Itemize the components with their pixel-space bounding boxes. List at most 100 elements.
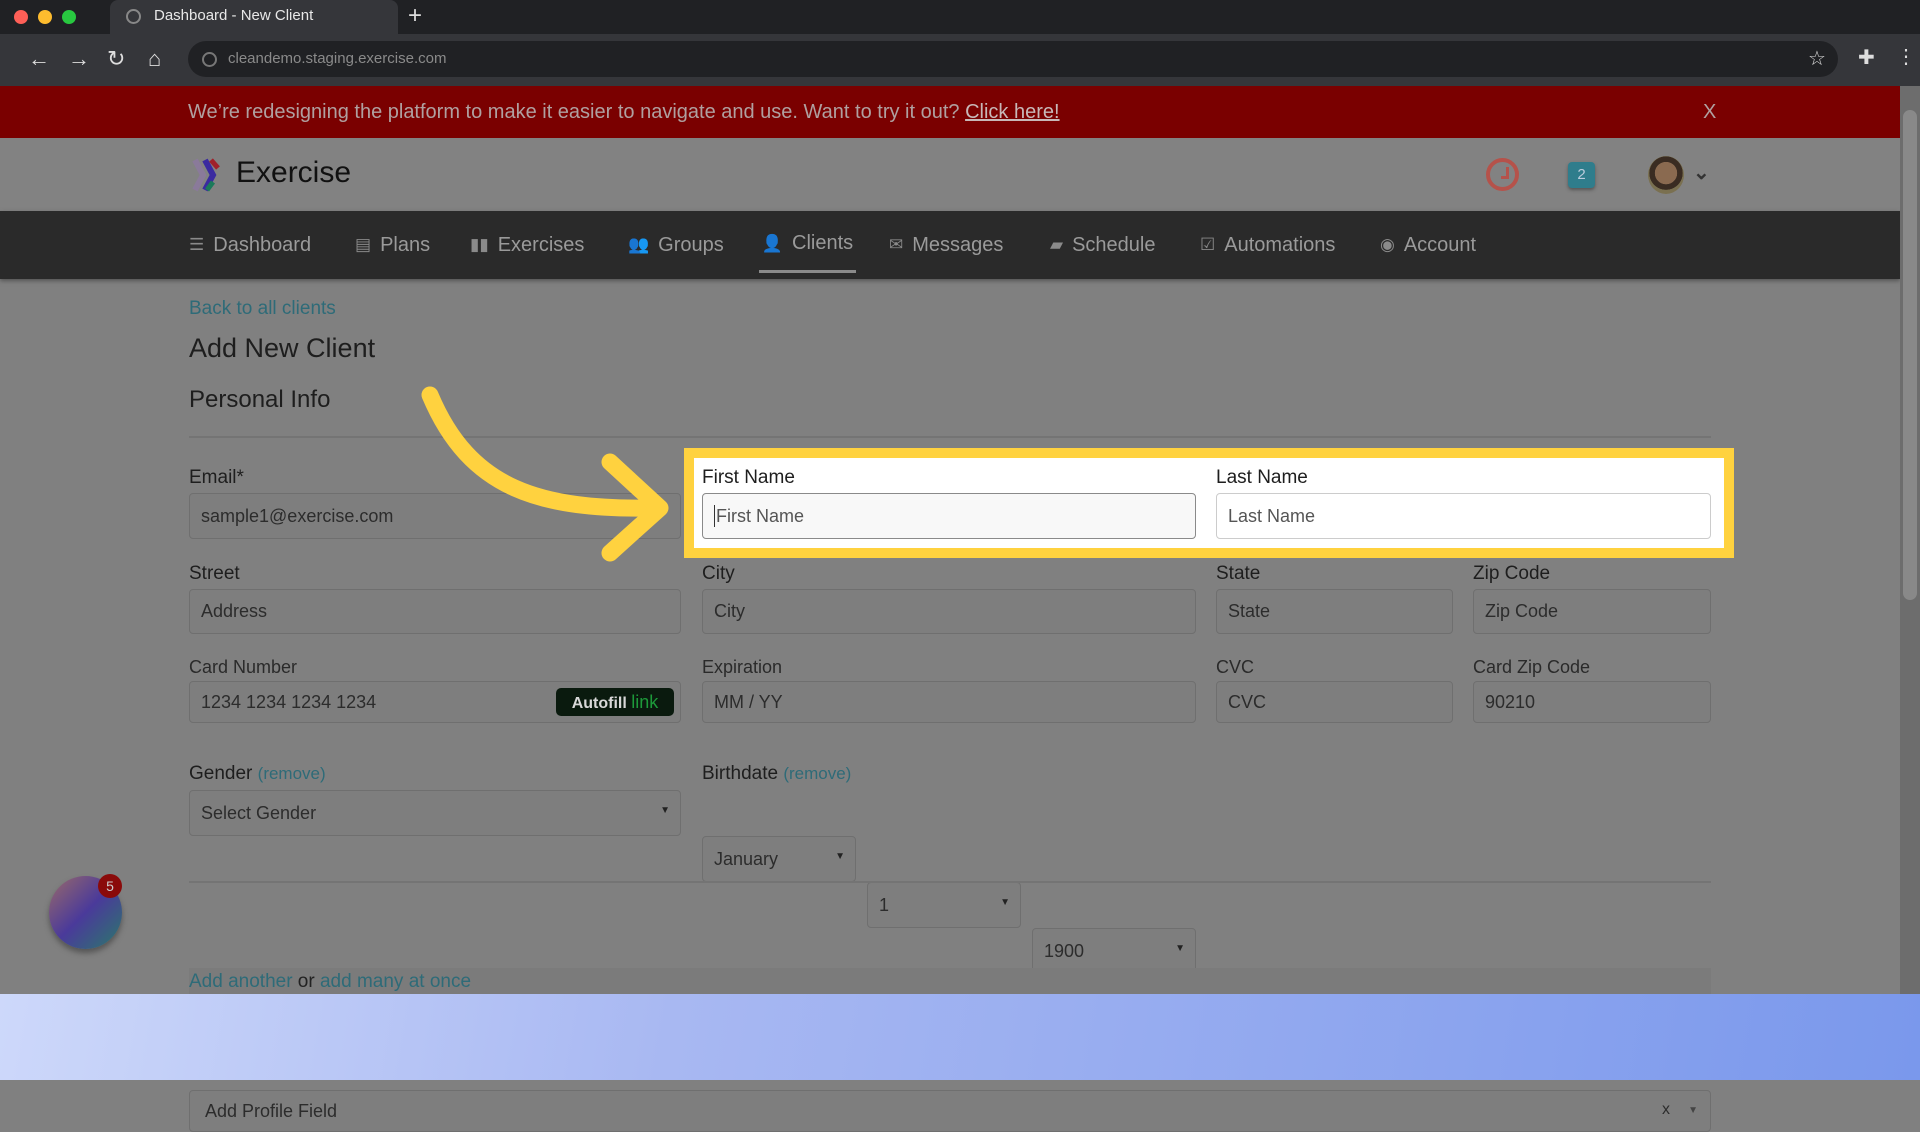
nav-label: Dashboard — [213, 234, 312, 256]
dumbbell-icon: ▮▮ — [470, 235, 489, 254]
banner-click-here-link[interactable]: Click here! — [965, 101, 1059, 123]
caret-down-icon: ▼ — [1688, 1105, 1698, 1116]
card-number-label: Card Number — [189, 657, 298, 677]
state-input[interactable]: State — [1216, 589, 1453, 634]
caret-down-icon: ▼ — [1000, 897, 1010, 908]
first-name-input[interactable]: First Name — [702, 493, 1196, 539]
card-number-input[interactable]: 1234 1234 1234 1234 Autofill link — [189, 681, 681, 723]
nav-messages[interactable]: ✉ Messages — [889, 211, 1003, 279]
nav-label: Exercises — [497, 234, 585, 256]
minimize-window-button[interactable] — [38, 10, 52, 24]
background-gradient — [0, 994, 1920, 1080]
clear-icon[interactable]: x — [1662, 1101, 1670, 1119]
yellow-arrow-annotation — [421, 386, 669, 562]
url-input[interactable]: cleandemo.staging.exercise.com — [188, 41, 1838, 77]
birthdate-label-text: Birthdate — [702, 763, 779, 784]
nav-exercises[interactable]: ▮▮ Exercises — [470, 211, 584, 279]
extensions-puzzle-icon[interactable]: ✚ — [1858, 45, 1875, 70]
day-value: 1 — [879, 894, 890, 915]
home-icon[interactable]: ⌂ — [148, 46, 161, 72]
autofill-link-button[interactable]: Autofill link — [556, 688, 674, 716]
nav-label: Clients — [792, 231, 854, 254]
browser-tab[interactable]: Dashboard - New Client — [110, 0, 398, 34]
url-text: cleandemo.staging.exercise.com — [228, 50, 447, 67]
back-arrow-icon[interactable]: ← — [28, 46, 50, 72]
first-name-label: First Name — [702, 467, 795, 488]
profile-field-placeholder: Add Profile Field — [205, 1100, 338, 1121]
add-profile-field-select[interactable]: Add Profile Field x ▼ — [189, 1090, 1711, 1132]
scrollbar-thumb[interactable] — [1903, 110, 1917, 600]
nav-dashboard[interactable]: ☰ Dashboard — [189, 211, 311, 279]
tab-title: Dashboard - New Client — [154, 7, 314, 24]
caret-down-icon: ▼ — [660, 805, 670, 816]
nav-account[interactable]: ◉ Account — [1380, 211, 1476, 279]
close-window-button[interactable] — [14, 10, 28, 24]
globe-icon — [202, 52, 217, 67]
nav-schedule[interactable]: ▰ Schedule — [1050, 211, 1155, 279]
user-avatar[interactable] — [1648, 156, 1684, 194]
banner-close-button[interactable]: X — [1703, 86, 1716, 138]
state-label: State — [1216, 563, 1261, 584]
card-zip-label: Card Zip Code — [1473, 657, 1591, 677]
gender-label-text: Gender — [189, 763, 253, 784]
last-name-label: Last Name — [1216, 467, 1308, 488]
divider — [189, 881, 1711, 883]
gender-label: Gender (remove) — [189, 763, 326, 785]
clock-icon[interactable] — [1486, 158, 1519, 191]
add-many-link[interactable]: add many at once — [320, 971, 471, 992]
nav-groups[interactable]: 👥 Groups — [628, 211, 724, 279]
notification-badge[interactable]: 2 — [1568, 162, 1595, 188]
zip-input[interactable]: Zip Code — [1473, 589, 1711, 634]
clipboard-icon: ▤ — [355, 235, 372, 254]
cvc-input[interactable]: CVC — [1216, 681, 1453, 723]
envelope-icon: ✉ — [889, 235, 904, 254]
or-text: or — [292, 971, 320, 992]
nav-label: Messages — [912, 234, 1004, 256]
exercise-logo-icon[interactable] — [191, 158, 223, 192]
nav-automations[interactable]: ☑ Automations — [1200, 211, 1335, 279]
fab-badge: 5 — [98, 874, 122, 898]
page-title: Add New Client — [189, 333, 376, 363]
browser-tab-bar: Dashboard - New Client + — [0, 0, 1920, 34]
nav-label: Account — [1403, 234, 1477, 256]
birthdate-label: Birthdate (remove) — [702, 763, 851, 785]
book-icon: ▰ — [1050, 235, 1064, 254]
list-icon: ☰ — [189, 235, 205, 254]
chevron-down-icon[interactable]: ⌄ — [1693, 160, 1710, 185]
card-zip-input[interactable]: 90210 — [1473, 681, 1711, 723]
gender-remove-link[interactable]: (remove) — [258, 764, 326, 783]
account-circle-icon: ◉ — [1380, 235, 1395, 254]
expiration-input[interactable]: MM / YY — [702, 681, 1196, 723]
last-name-input[interactable]: Last Name — [1216, 493, 1711, 539]
street-label: Street — [189, 563, 240, 584]
globe-icon — [126, 9, 141, 24]
add-another-link[interactable]: Add another — [189, 971, 293, 992]
expiration-label: Expiration — [702, 657, 783, 677]
link-text: link — [631, 692, 659, 712]
zip-label: Zip Code — [1473, 563, 1551, 584]
bookmark-star-icon[interactable]: ☆ — [1808, 46, 1826, 71]
birthdate-remove-link[interactable]: (remove) — [783, 764, 851, 783]
birth-month-select[interactable]: January ▼ — [702, 836, 856, 882]
nav-plans[interactable]: ▤ Plans — [355, 211, 430, 279]
back-to-clients-link[interactable]: Back to all clients — [189, 298, 336, 320]
user-icon: 👤 — [761, 233, 784, 253]
forward-arrow-icon[interactable]: → — [68, 46, 90, 72]
maximize-window-button[interactable] — [62, 10, 76, 24]
main-nav: ☰ Dashboard ▤ Plans ▮▮ Exercises 👥 Groups 👤 C… — [0, 211, 1900, 279]
gender-select[interactable]: Select Gender ▼ — [189, 790, 681, 836]
cvc-label: CVC — [1216, 657, 1255, 677]
nav-clients[interactable]: 👤 Clients — [759, 216, 856, 273]
city-input[interactable]: City — [702, 589, 1196, 634]
nav-label: Automations — [1224, 234, 1336, 256]
street-input[interactable]: Address — [189, 589, 681, 634]
redesign-banner: We’re redesigning the platform to make i… — [0, 86, 1900, 138]
month-value: January — [714, 848, 779, 869]
birth-day-select[interactable]: 1 ▼ — [867, 882, 1021, 928]
brand-name[interactable]: Exercise — [236, 156, 351, 190]
browser-menu-icon[interactable]: ⋮ — [1896, 44, 1916, 69]
card-number-placeholder: 1234 1234 1234 1234 — [201, 691, 377, 712]
new-tab-button[interactable]: + — [408, 2, 422, 30]
reload-icon[interactable]: ↻ — [107, 46, 125, 72]
nav-label: Schedule — [1072, 234, 1156, 256]
